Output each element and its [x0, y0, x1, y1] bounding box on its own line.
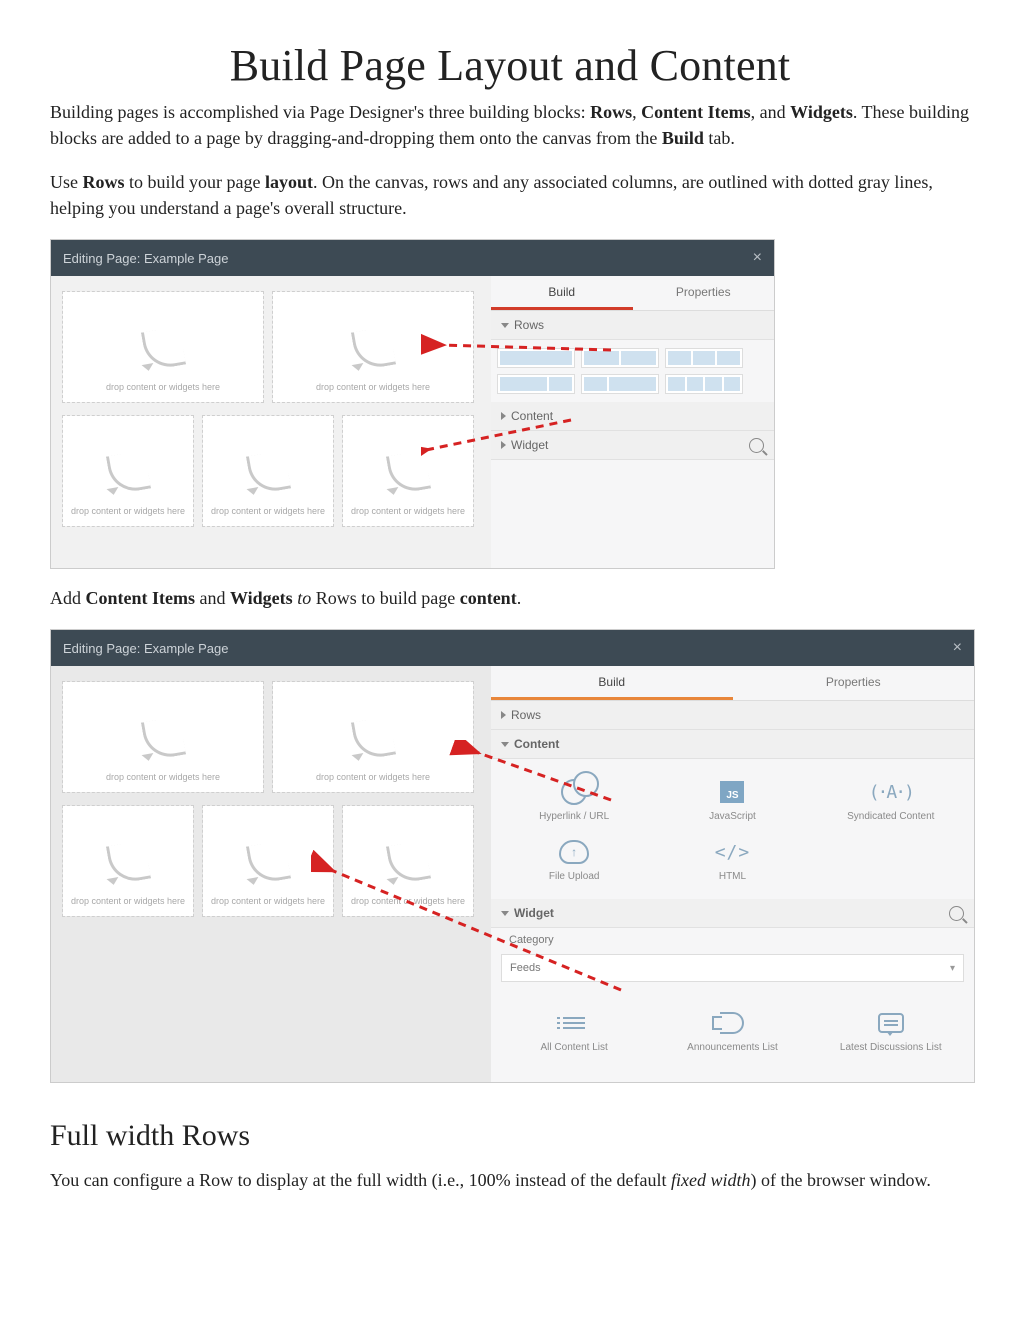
drop-zone[interactable]: drop content or widgets here	[63, 806, 193, 916]
row-template[interactable]	[665, 374, 743, 394]
widget-category-label: Category	[491, 928, 974, 946]
chevron-right-icon	[501, 711, 506, 719]
content-item-html[interactable]: </>HTML	[653, 829, 811, 889]
drop-zone[interactable]: drop content or widgets here	[273, 292, 473, 402]
tab-properties[interactable]: Properties	[733, 666, 975, 700]
row-templates	[491, 340, 774, 402]
screenshot-content-widgets: Editing Page: Example Page × drop conten…	[50, 629, 975, 1083]
widget-category-select[interactable]: Feeds▾	[501, 954, 964, 982]
row-template[interactable]	[581, 374, 659, 394]
tab-build[interactable]: Build	[491, 276, 633, 310]
drop-zone[interactable]: drop content or widgets here	[63, 682, 263, 792]
content-item-syndicated[interactable]: (·A·)Syndicated Content	[812, 769, 970, 829]
chat-icon	[878, 1013, 904, 1033]
content-items-grid: Hyperlink / URL JSJavaScript (·A·)Syndic…	[491, 759, 974, 899]
build-panel: Build Properties Rows Content Hyperlink …	[491, 666, 974, 1082]
drop-zone[interactable]: drop content or widgets here	[203, 416, 333, 526]
intro-paragraph-1: Building pages is accomplished via Page …	[50, 99, 970, 151]
cloud-upload-icon: ↑	[559, 840, 589, 864]
mid-paragraph: Add Content Items and Widgets to Rows to…	[50, 585, 970, 611]
section-rows[interactable]: Rows	[491, 701, 974, 730]
chevron-down-icon	[501, 911, 509, 916]
screenshot-titlebar: Editing Page: Example Page ×	[51, 630, 974, 666]
content-item-javascript[interactable]: JSJavaScript	[653, 769, 811, 829]
section-widget[interactable]: Widget	[491, 899, 974, 928]
code-icon: </>	[715, 842, 751, 863]
tab-properties[interactable]: Properties	[633, 276, 775, 310]
content-item-fileupload[interactable]: ↑File Upload	[495, 829, 653, 889]
canvas-area: drop content or widgets here drop conten…	[51, 666, 491, 1082]
section-widget[interactable]: Widget	[491, 431, 774, 460]
section-content[interactable]: Content	[491, 730, 974, 759]
chevron-right-icon	[501, 441, 506, 449]
drop-zone[interactable]: drop content or widgets here	[343, 806, 473, 916]
screenshot-titlebar: Editing Page: Example Page ×	[51, 240, 774, 276]
screenshot-rows-layout: Editing Page: Example Page × drop conten…	[50, 239, 775, 569]
widget-latest-discussions[interactable]: Latest Discussions List	[812, 1000, 970, 1060]
titlebar-text: Editing Page: Example Page	[63, 251, 229, 266]
row-template[interactable]	[497, 374, 575, 394]
chevron-right-icon	[501, 412, 506, 420]
drop-zone[interactable]: drop content or widgets here	[63, 292, 263, 402]
full-width-paragraph: You can configure a Row to display at th…	[50, 1167, 970, 1193]
megaphone-icon	[720, 1012, 744, 1034]
widget-announcements-list[interactable]: Announcements List	[653, 1000, 811, 1060]
drop-zone[interactable]: drop content or widgets here	[203, 806, 333, 916]
search-icon[interactable]	[949, 906, 964, 921]
section-rows[interactable]: Rows	[491, 311, 774, 340]
intro-paragraph-2: Use Rows to build your page layout. On t…	[50, 169, 970, 221]
search-icon[interactable]	[749, 438, 764, 453]
canvas-area: drop content or widgets here drop conten…	[51, 276, 491, 568]
content-item-hyperlink[interactable]: Hyperlink / URL	[495, 769, 653, 829]
chevron-down-icon: ▾	[950, 963, 955, 974]
drop-zone[interactable]: drop content or widgets here	[273, 682, 473, 792]
row-template[interactable]	[581, 348, 659, 368]
link-icon	[561, 779, 587, 805]
widget-items-grid: All Content List Announcements List Late…	[491, 990, 974, 1070]
widget-all-content-list[interactable]: All Content List	[495, 1000, 653, 1060]
row-template[interactable]	[497, 348, 575, 368]
js-icon: JS	[720, 781, 744, 803]
drop-zone[interactable]: drop content or widgets here	[343, 416, 473, 526]
close-icon[interactable]: ×	[753, 249, 762, 267]
section-content[interactable]: Content	[491, 402, 774, 431]
titlebar-text: Editing Page: Example Page	[63, 641, 229, 656]
antenna-icon: (·A·)	[869, 782, 913, 803]
tab-build[interactable]: Build	[491, 666, 733, 700]
section-heading-full-width-rows: Full width Rows	[50, 1119, 970, 1153]
drop-zone[interactable]: drop content or widgets here	[63, 416, 193, 526]
row-template[interactable]	[665, 348, 743, 368]
build-panel: Build Properties Rows Content Widget	[491, 276, 774, 568]
chevron-down-icon	[501, 742, 509, 747]
list-icon	[563, 1017, 585, 1029]
close-icon[interactable]: ×	[953, 639, 962, 657]
page-title: Build Page Layout and Content	[50, 40, 970, 91]
chevron-down-icon	[501, 323, 509, 328]
